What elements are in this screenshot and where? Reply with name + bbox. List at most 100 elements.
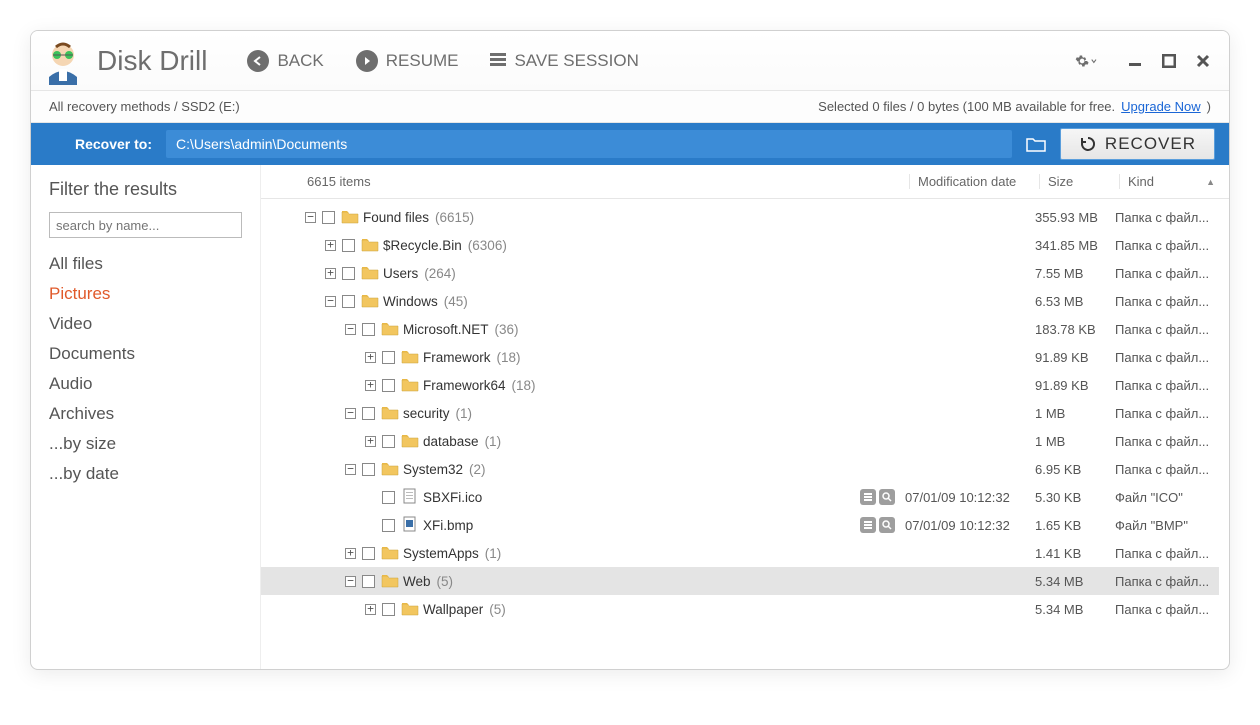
- item-kind: Папка с файл...: [1115, 462, 1215, 477]
- column-date[interactable]: Modification date: [909, 174, 1039, 189]
- item-kind: Папка с файл...: [1115, 546, 1215, 561]
- checkbox[interactable]: [342, 267, 355, 280]
- checkbox[interactable]: [382, 351, 395, 364]
- tree-row[interactable]: −Web (5)5.34 MBПапка с файл...: [261, 567, 1219, 595]
- column-kind[interactable]: Kind ▲: [1119, 174, 1219, 189]
- preview-icon[interactable]: [879, 489, 895, 505]
- checkbox[interactable]: [342, 239, 355, 252]
- save-session-label: SAVE SESSION: [514, 51, 638, 71]
- tree-row[interactable]: −Windows (45)6.53 MBПапка с файл...: [261, 287, 1219, 315]
- file-tree[interactable]: −Found files (6615)355.93 MBПапка с файл…: [261, 199, 1229, 669]
- folder-icon: [381, 320, 399, 339]
- expand-icon[interactable]: +: [365, 380, 376, 391]
- expand-icon[interactable]: +: [365, 604, 376, 615]
- checkbox[interactable]: [382, 491, 395, 504]
- item-name: database: [423, 434, 479, 449]
- tree-row[interactable]: +SystemApps (1)1.41 KBПапка с файл...: [261, 539, 1219, 567]
- checkbox[interactable]: [362, 407, 375, 420]
- item-size: 1 MB: [1035, 434, 1115, 449]
- filter-archives[interactable]: Archives: [49, 404, 242, 424]
- filter-audio[interactable]: Audio: [49, 374, 242, 394]
- column-size[interactable]: Size: [1039, 174, 1119, 189]
- recover-icon: [1079, 135, 1097, 153]
- checkbox[interactable]: [362, 463, 375, 476]
- browse-folder-button[interactable]: [1026, 136, 1046, 152]
- item-name: security: [403, 406, 450, 421]
- close-button[interactable]: [1195, 53, 1211, 69]
- checkbox[interactable]: [362, 323, 375, 336]
- filter-documents[interactable]: Documents: [49, 344, 242, 364]
- checkbox[interactable]: [382, 379, 395, 392]
- save-session-button[interactable]: SAVE SESSION: [490, 51, 638, 71]
- expand-icon[interactable]: +: [345, 548, 356, 559]
- expand-icon[interactable]: +: [325, 268, 336, 279]
- tree-row[interactable]: +Users (264)7.55 MBПапка с файл...: [261, 259, 1219, 287]
- tree-row[interactable]: XFi.bmp07/01/09 10:12:321.65 KBФайл "BMP…: [261, 511, 1219, 539]
- tree-row[interactable]: −security (1)1 MBПапка с файл...: [261, 399, 1219, 427]
- minimize-button[interactable]: [1127, 53, 1143, 69]
- item-date: 07/01/09 10:12:32: [905, 490, 1035, 505]
- item-size: 1.65 KB: [1035, 518, 1115, 533]
- selection-status: Selected 0 files / 0 bytes (100 MB avail…: [818, 99, 1115, 114]
- item-name: SBXFi.ico: [423, 490, 482, 505]
- expand-icon[interactable]: +: [365, 436, 376, 447]
- checkbox[interactable]: [382, 435, 395, 448]
- item-count: (18): [497, 350, 521, 365]
- upgrade-link[interactable]: Upgrade Now: [1121, 99, 1201, 114]
- item-name: XFi.bmp: [423, 518, 473, 533]
- back-button[interactable]: BACK: [247, 50, 323, 72]
- item-count: (5): [489, 602, 506, 617]
- tree-row[interactable]: +Framework64 (18)91.89 KBПапка с файл...: [261, 371, 1219, 399]
- collapse-icon[interactable]: −: [305, 212, 316, 223]
- recover-path-input[interactable]: [166, 130, 1012, 158]
- tree-row[interactable]: +Framework (18)91.89 KBПапка с файл...: [261, 343, 1219, 371]
- resume-button[interactable]: RESUME: [356, 50, 459, 72]
- tree-row[interactable]: −Microsoft.NET (36)183.78 KBПапка с файл…: [261, 315, 1219, 343]
- item-count: (6615): [435, 210, 474, 225]
- expand-icon[interactable]: +: [325, 240, 336, 251]
- preview-icon[interactable]: [879, 517, 895, 533]
- maximize-button[interactable]: [1161, 53, 1177, 69]
- column-name[interactable]: 6615 items: [307, 174, 909, 189]
- checkbox[interactable]: [322, 211, 335, 224]
- checkbox[interactable]: [342, 295, 355, 308]
- filter-by-size[interactable]: ...by size: [49, 434, 242, 454]
- collapse-icon[interactable]: −: [345, 576, 356, 587]
- chevron-down-icon: [1091, 57, 1097, 65]
- tree-row[interactable]: SBXFi.ico 07/01/09 10:12:325.30 KBФайл "I…: [261, 483, 1219, 511]
- filter-all-files[interactable]: All files: [49, 254, 242, 274]
- tree-row[interactable]: +database (1)1 MBПапка с файл...: [261, 427, 1219, 455]
- filter-by-date[interactable]: ...by date: [49, 464, 242, 484]
- recover-bar: Recover to: RECOVER: [31, 123, 1229, 165]
- expand-icon[interactable]: +: [365, 352, 376, 363]
- recover-button-label: RECOVER: [1105, 134, 1196, 154]
- checkbox[interactable]: [382, 603, 395, 616]
- item-size: 5.34 MB: [1035, 574, 1115, 589]
- checkbox[interactable]: [362, 547, 375, 560]
- tree-row[interactable]: −Found files (6615)355.93 MBПапка с файл…: [261, 203, 1219, 231]
- details-icon[interactable]: [860, 489, 876, 505]
- item-name: $Recycle.Bin: [383, 238, 462, 253]
- collapse-icon[interactable]: −: [345, 408, 356, 419]
- collapse-icon[interactable]: −: [345, 464, 356, 475]
- tree-row[interactable]: +Wallpaper (5)5.34 MBПапка с файл...: [261, 595, 1219, 623]
- folder-icon: [401, 376, 419, 395]
- checkbox[interactable]: [362, 575, 375, 588]
- tree-row[interactable]: −System32 (2)6.95 KBПапка с файл...: [261, 455, 1219, 483]
- collapse-icon[interactable]: −: [325, 296, 336, 307]
- tree-row[interactable]: +$Recycle.Bin (6306)341.85 MBПапка с фай…: [261, 231, 1219, 259]
- settings-button[interactable]: [1075, 50, 1097, 72]
- filter-video[interactable]: Video: [49, 314, 242, 334]
- collapse-icon[interactable]: −: [345, 324, 356, 335]
- recover-button[interactable]: RECOVER: [1060, 128, 1215, 160]
- top-actions: BACK RESUME SAVE SESSION: [247, 50, 638, 72]
- search-input[interactable]: [49, 212, 242, 238]
- checkbox[interactable]: [382, 519, 395, 532]
- item-kind: Папка с файл...: [1115, 434, 1215, 449]
- folder-icon: [341, 208, 359, 227]
- filter-pictures[interactable]: Pictures: [49, 284, 242, 304]
- play-icon: [356, 50, 378, 72]
- item-size: 5.30 KB: [1035, 490, 1115, 505]
- details-icon[interactable]: [860, 517, 876, 533]
- item-kind: Файл "ICO": [1115, 490, 1215, 505]
